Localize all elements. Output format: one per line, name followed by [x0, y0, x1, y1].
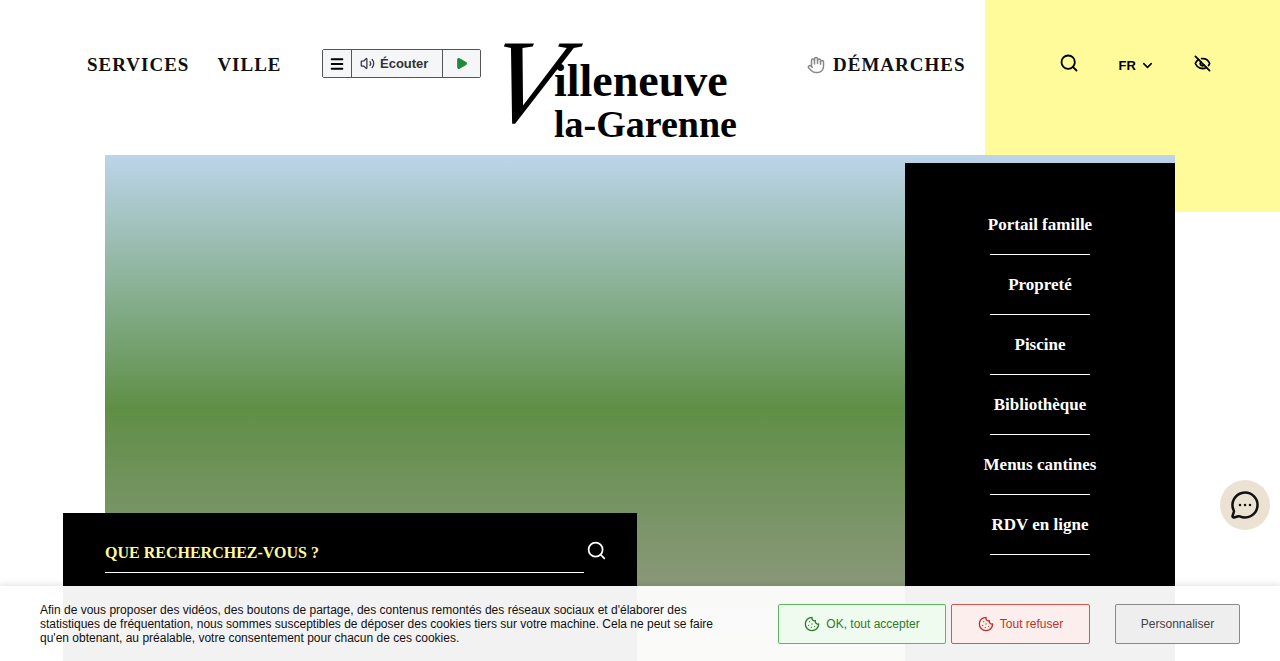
hand-icon [807, 56, 825, 74]
eye-off-icon [1194, 55, 1211, 72]
quick-link-underline [990, 434, 1090, 435]
nav-link[interactable]: VILLE [217, 51, 281, 80]
play-icon [455, 57, 468, 70]
cookie-button[interactable]: Tout refuser [951, 604, 1090, 644]
demarches-link[interactable]: DÉMARCHES [807, 52, 966, 78]
page: SERVICESVILLEÉcouterVilleneuvela-Garenne… [0, 0, 1280, 661]
quick-link-underline [990, 554, 1090, 555]
accessibility-button[interactable] [1194, 55, 1211, 72]
quick-link[interactable]: RDV en ligne [990, 513, 1090, 573]
quick-link-underline [990, 314, 1090, 315]
language-select[interactable]: FR [1119, 56, 1155, 76]
cookie-text: Afin de vous proposer des vidéos, des bo… [40, 603, 730, 645]
menu-icon [329, 56, 345, 72]
main-nav: SERVICESVILLE [87, 52, 277, 78]
cookie-icon [978, 616, 994, 632]
chevron-icon [1140, 58, 1155, 73]
quick-link-underline [990, 374, 1090, 375]
listen-button[interactable]: Écouter [352, 50, 442, 77]
search-input[interactable]: QUE RECHERCHEZ-VOUS ? [105, 541, 584, 573]
cookie-icon [804, 616, 820, 632]
quick-link-underline [990, 494, 1090, 495]
play-button[interactable] [442, 50, 480, 77]
cookie-button[interactable]: OK, tout accepter [778, 604, 946, 644]
search-icon[interactable] [586, 540, 607, 561]
cookie-banner: Afin de vous proposer des vidéos, des bo… [0, 586, 1280, 661]
cookie-buttons: OK, tout accepterTout refuser Personnalis… [778, 604, 1240, 644]
quick-link[interactable]: Piscine [990, 333, 1090, 393]
quick-link[interactable]: Portail famille [988, 213, 1092, 273]
quick-link[interactable]: Bibliothèque [990, 393, 1090, 453]
speaker-icon [360, 56, 375, 71]
chat-button[interactable] [1220, 480, 1270, 530]
cookie-button[interactable]: Personnaliser [1115, 604, 1240, 644]
quick-link-underline [990, 254, 1090, 255]
logo-text: illeneuvela-Garenne [554, 58, 737, 144]
quick-link[interactable]: Menus cantines [984, 453, 1097, 513]
search-button[interactable] [1059, 53, 1079, 73]
listen-menu-button[interactable] [323, 50, 352, 77]
chat-icon [1230, 490, 1260, 520]
header: SERVICESVILLEÉcouterVilleneuvela-Garenne… [0, 0, 1280, 155]
quick-link[interactable]: Propreté [990, 273, 1090, 333]
logo[interactable]: Villeneuvela-Garenne [488, 28, 766, 148]
nav-link[interactable]: SERVICES [87, 51, 189, 80]
search-icon [1059, 53, 1079, 73]
listen-widget: Écouter [322, 49, 481, 78]
